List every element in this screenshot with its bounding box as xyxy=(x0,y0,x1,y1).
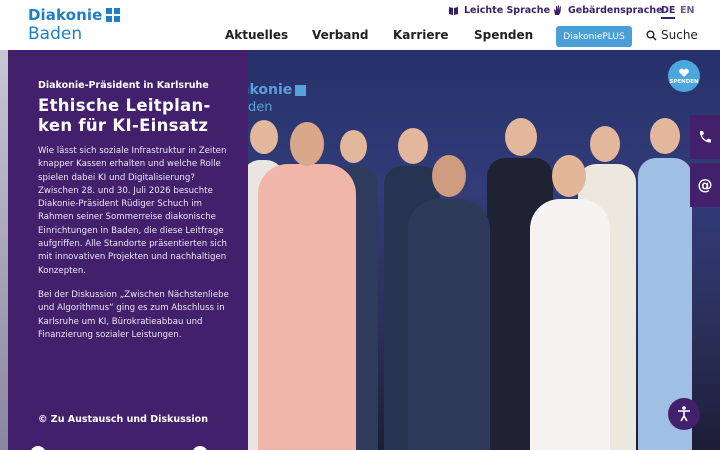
sign-language-link[interactable]: Gebärdensprache xyxy=(552,5,663,16)
nav-verband[interactable]: Verband xyxy=(312,28,369,42)
accessibility-button[interactable] xyxy=(668,398,700,430)
teaser-paragraph: Wie lässt sich soziale Infrastruktur in … xyxy=(38,146,227,276)
site-header: Diakonie Baden Leichte Sprache Gebärdens… xyxy=(0,0,720,50)
logo-wordmark: Diakonie xyxy=(28,6,103,24)
donate-button[interactable]: SPENDEN xyxy=(668,60,700,92)
nav-spenden[interactable]: Spenden xyxy=(474,28,533,42)
phone-contact-tab[interactable] xyxy=(690,115,720,159)
language-en[interactable]: EN xyxy=(680,5,694,16)
photo-edge xyxy=(0,50,8,450)
book-icon xyxy=(449,7,458,15)
search-button[interactable]: Suche xyxy=(646,28,698,42)
nav-aktuelles[interactable]: Aktuelles xyxy=(225,28,288,42)
search-label: Suche xyxy=(661,28,698,42)
at-icon: @ xyxy=(697,176,713,194)
slider-next-button[interactable] xyxy=(192,446,208,450)
backdrop-logo-text: akonie xyxy=(240,82,307,98)
teaser-kicker: Diakonie-Präsident in Karlsruhe xyxy=(38,80,209,91)
sign-language-label: Gebärdensprache xyxy=(568,5,663,16)
teaser-paragraph: Bei der Diskussion „Zwischen Nächstenlie… xyxy=(38,289,229,340)
donate-label: SPENDEN xyxy=(669,78,699,85)
diakonieplus-button[interactable]: DiakoniePLUS xyxy=(556,26,632,47)
search-icon xyxy=(646,30,657,41)
nav-karriere[interactable]: Karriere xyxy=(393,28,449,42)
easy-language-label: Leichte Sprache xyxy=(464,5,551,16)
logo-region: Baden xyxy=(28,24,83,44)
teaser-read-more-link[interactable]: © Zu Austausch und Diskussion xyxy=(38,414,208,425)
diakonie-cross-icon xyxy=(106,8,121,22)
phone-icon xyxy=(699,131,711,143)
hand-sign-icon xyxy=(554,5,561,15)
email-contact-tab[interactable]: @ xyxy=(690,163,720,207)
heart-hand-icon xyxy=(679,68,689,77)
easy-language-link[interactable]: Leichte Sprache xyxy=(448,5,550,16)
accessibility-icon xyxy=(678,406,690,422)
teaser-title: Ethische Leitplan-ken für KI-Einsatz xyxy=(38,96,211,135)
slider-prev-button[interactable] xyxy=(30,446,46,450)
diakonie-baden-logo[interactable]: Diakonie Baden xyxy=(28,6,138,46)
news-teaser-card: Diakonie-Präsident in Karlsruhe Ethische… xyxy=(8,50,248,450)
language-de[interactable]: DE xyxy=(661,5,676,19)
